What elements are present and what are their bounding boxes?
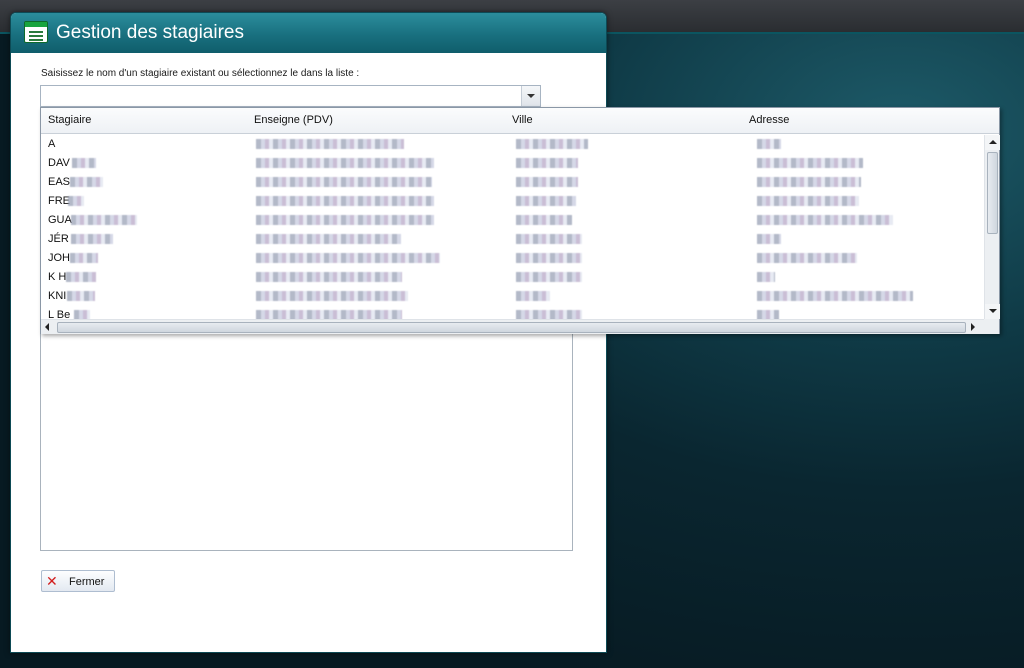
redacted-name	[70, 253, 98, 263]
arrow-down-icon	[989, 309, 997, 313]
search-prompt-label: Saisissez le nom d'un stagiaire existant…	[41, 68, 360, 79]
arrow-up-icon	[989, 140, 997, 144]
table-row[interactable]: L Be	[41, 306, 983, 319]
redacted-name	[67, 291, 95, 301]
grid-header: Stagiaire Enseigne (PDV) Ville Adresse	[41, 108, 999, 134]
stagiaire-cell: K H	[48, 271, 67, 283]
vertical-scrollbar[interactable]	[984, 135, 1000, 319]
redacted-name	[66, 272, 96, 282]
redacted-ville	[516, 253, 582, 263]
redacted-ville	[516, 215, 572, 225]
redacted-enseigne	[256, 291, 408, 301]
redacted-enseigne	[256, 177, 432, 187]
stagiaire-cell: GUA	[48, 214, 72, 226]
column-header-stagiaire[interactable]: Stagiaire	[48, 114, 91, 126]
grid-rows: A DAV EAS FRE GUA JÉR JOH K H KNI L Be	[41, 135, 983, 319]
stagiaire-cell: FRE	[48, 195, 70, 207]
redacted-name	[71, 234, 113, 244]
table-row[interactable]: GUA	[41, 211, 983, 230]
stagiaire-cell: DAV	[48, 157, 70, 169]
redacted-name	[71, 215, 137, 225]
redacted-adresse	[757, 291, 913, 301]
redacted-adresse	[757, 177, 861, 187]
redacted-adresse	[757, 215, 893, 225]
redacted-adresse	[757, 196, 859, 206]
redacted-ville	[516, 196, 576, 206]
stagiaire-cell: A	[48, 138, 56, 150]
redacted-adresse	[757, 253, 857, 263]
table-row[interactable]: A	[41, 135, 983, 154]
scroll-up-button[interactable]	[985, 135, 1000, 150]
chevron-down-icon	[527, 94, 535, 98]
stagiaire-cell: L Be	[48, 309, 71, 319]
stagiaire-cell: KNI	[48, 290, 67, 302]
trainee-dropdown-grid: Stagiaire Enseigne (PDV) Ville Adresse A…	[40, 107, 1000, 334]
redacted-ville	[516, 291, 550, 301]
table-row[interactable]: K H	[41, 268, 983, 287]
redacted-ville	[516, 177, 578, 187]
spreadsheet-form-icon	[24, 21, 48, 43]
scrollbar-corner	[984, 319, 999, 334]
redacted-enseigne	[256, 196, 434, 206]
stagiaire-cell: EAS	[48, 176, 71, 188]
table-row[interactable]: FRE	[41, 192, 983, 211]
redacted-adresse	[757, 272, 775, 282]
close-button[interactable]: ✕ Fermer	[41, 570, 115, 592]
redacted-enseigne	[256, 158, 434, 168]
redacted-adresse	[757, 139, 781, 149]
redacted-adresse	[757, 234, 781, 244]
redacted-name	[68, 196, 84, 206]
redacted-enseigne	[256, 139, 404, 149]
window-title: Gestion des stagiaires	[56, 22, 244, 43]
arrow-left-icon[interactable]	[45, 323, 49, 331]
stagiaire-cell: JOH	[48, 252, 70, 264]
close-button-label: Fermer	[69, 576, 105, 588]
redacted-ville	[516, 272, 582, 282]
table-row[interactable]: JÉR	[41, 230, 983, 249]
trainee-search-combobox[interactable]	[40, 85, 541, 107]
redacted-name	[70, 177, 103, 187]
redacted-ville	[516, 139, 588, 149]
column-header-adresse[interactable]: Adresse	[749, 114, 789, 126]
title-bar: Gestion des stagiaires	[11, 13, 606, 53]
table-row[interactable]: KNI	[41, 287, 983, 306]
redacted-enseigne	[256, 310, 402, 319]
dropdown-toggle-button[interactable]	[521, 86, 540, 106]
arrow-right-icon[interactable]	[971, 323, 975, 331]
column-header-ville[interactable]: Ville	[512, 114, 533, 126]
redacted-name	[74, 310, 90, 319]
redacted-name	[72, 158, 96, 168]
redacted-enseigne	[256, 253, 440, 263]
redacted-ville	[516, 158, 578, 168]
redacted-ville	[516, 310, 582, 319]
column-header-enseigne[interactable]: Enseigne (PDV)	[254, 114, 333, 126]
vertical-scroll-thumb[interactable]	[987, 152, 998, 234]
stagiaire-cell: JÉR	[48, 233, 69, 245]
redacted-enseigne	[256, 215, 434, 225]
redacted-adresse	[757, 158, 863, 168]
table-row[interactable]: DAV	[41, 154, 983, 173]
redacted-enseigne	[256, 272, 402, 282]
table-row[interactable]: EAS	[41, 173, 983, 192]
scroll-down-button[interactable]	[985, 304, 1000, 319]
table-row[interactable]: JOH	[41, 249, 983, 268]
horizontal-scroll-thumb[interactable]	[57, 322, 966, 333]
redacted-ville	[516, 234, 582, 244]
redacted-adresse	[757, 310, 779, 319]
red-x-icon: ✕	[46, 573, 58, 589]
redacted-enseigne	[256, 234, 401, 244]
horizontal-scrollbar[interactable]	[41, 319, 984, 334]
